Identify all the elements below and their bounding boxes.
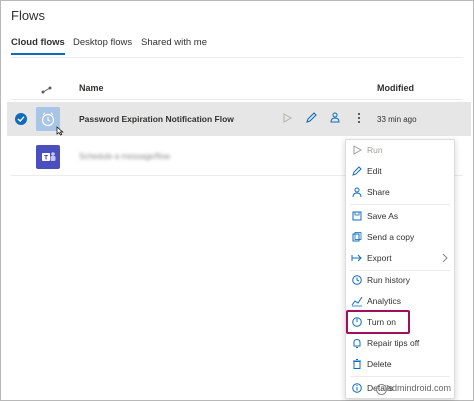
tab-shared-with-me[interactable]: Shared with me [141,37,207,48]
tab-label: Desktop flows [73,37,133,48]
table-row[interactable]: Password Expiration Notification Flow 33… [7,102,471,136]
bell-icon [353,338,361,348]
menu-item-label: Run [367,145,383,155]
watermark-logo-icon [376,384,387,395]
menu-item-label: Send a copy [367,232,415,242]
menu-item-run[interactable]: Run [346,140,454,160]
menu-item-send-a-copy[interactable]: Send a copy [346,227,454,247]
menu-item-save-as[interactable]: Save As [346,206,454,226]
menu-item-export[interactable]: Export [346,248,454,268]
export-icon [351,254,362,262]
tab-desktop-flows[interactable]: Desktop flows [73,37,132,48]
flow-type-icon[interactable] [40,82,54,94]
run-icon[interactable] [279,110,295,126]
menu-item-analytics[interactable]: Analytics [346,291,454,311]
flow-name[interactable]: Schedule a message/flow [79,152,170,161]
modified-time: 33 min ago [377,115,417,124]
page-title: Flows [11,8,45,23]
tab-label: Shared with me [141,37,208,48]
share-icon[interactable] [327,110,343,126]
trash-icon [353,359,361,369]
column-header-modified[interactable]: Modified [377,83,414,93]
menu-item-label: Share [367,187,390,197]
analytics-icon [351,296,363,307]
tabs-divider [11,57,463,58]
checkmark-icon [17,116,25,122]
menu-divider [350,204,450,205]
menu-item-share[interactable]: Share [346,182,454,202]
tab-label: Cloud flows [11,37,65,48]
menu-item-repair-tips-off[interactable]: Repair tips off [346,333,454,353]
watermark: admindroid.com [387,383,452,393]
menu-item-label: Repair tips off [367,338,420,348]
header-divider [11,99,463,100]
pencil-icon [352,166,362,176]
menu-item-label: Run history [367,275,410,285]
column-header-name[interactable]: Name [79,83,104,93]
row-checkbox[interactable] [15,113,27,125]
menu-divider [350,376,450,377]
flow-name[interactable]: Password Expiration Notification Flow [79,114,234,124]
menu-item-label: Delete [367,359,392,369]
turn-on-highlight [346,310,410,334]
info-icon [352,383,362,393]
menu-item-label: Save As [367,211,399,221]
chevron-right-icon [442,253,448,263]
teams-icon: T [36,145,60,169]
menu-item-delete[interactable]: Delete [346,354,454,374]
tab-cloud-flows[interactable]: Cloud flows [11,37,65,55]
menu-item-label: Export [367,253,392,263]
menu-item-run-history[interactable]: Run history [346,270,454,290]
mouse-pointer-icon [56,126,64,136]
send-copy-icon [352,232,362,242]
save-as-icon [352,211,362,221]
edit-icon[interactable] [303,110,319,126]
menu-item-label: Analytics [367,296,402,306]
share-icon [352,187,362,198]
active-tab-indicator [11,53,65,55]
history-icon [352,275,362,285]
play-icon [353,145,363,155]
app-frame: Flows Cloud flows Desktop flows Shared w… [0,0,474,401]
menu-item-label: Edit [367,166,382,176]
menu-item-edit[interactable]: Edit [346,161,454,181]
context-menu: Run Edit Share Save As Send a copy Expor… [345,139,455,399]
more-options-icon[interactable] [351,110,367,126]
